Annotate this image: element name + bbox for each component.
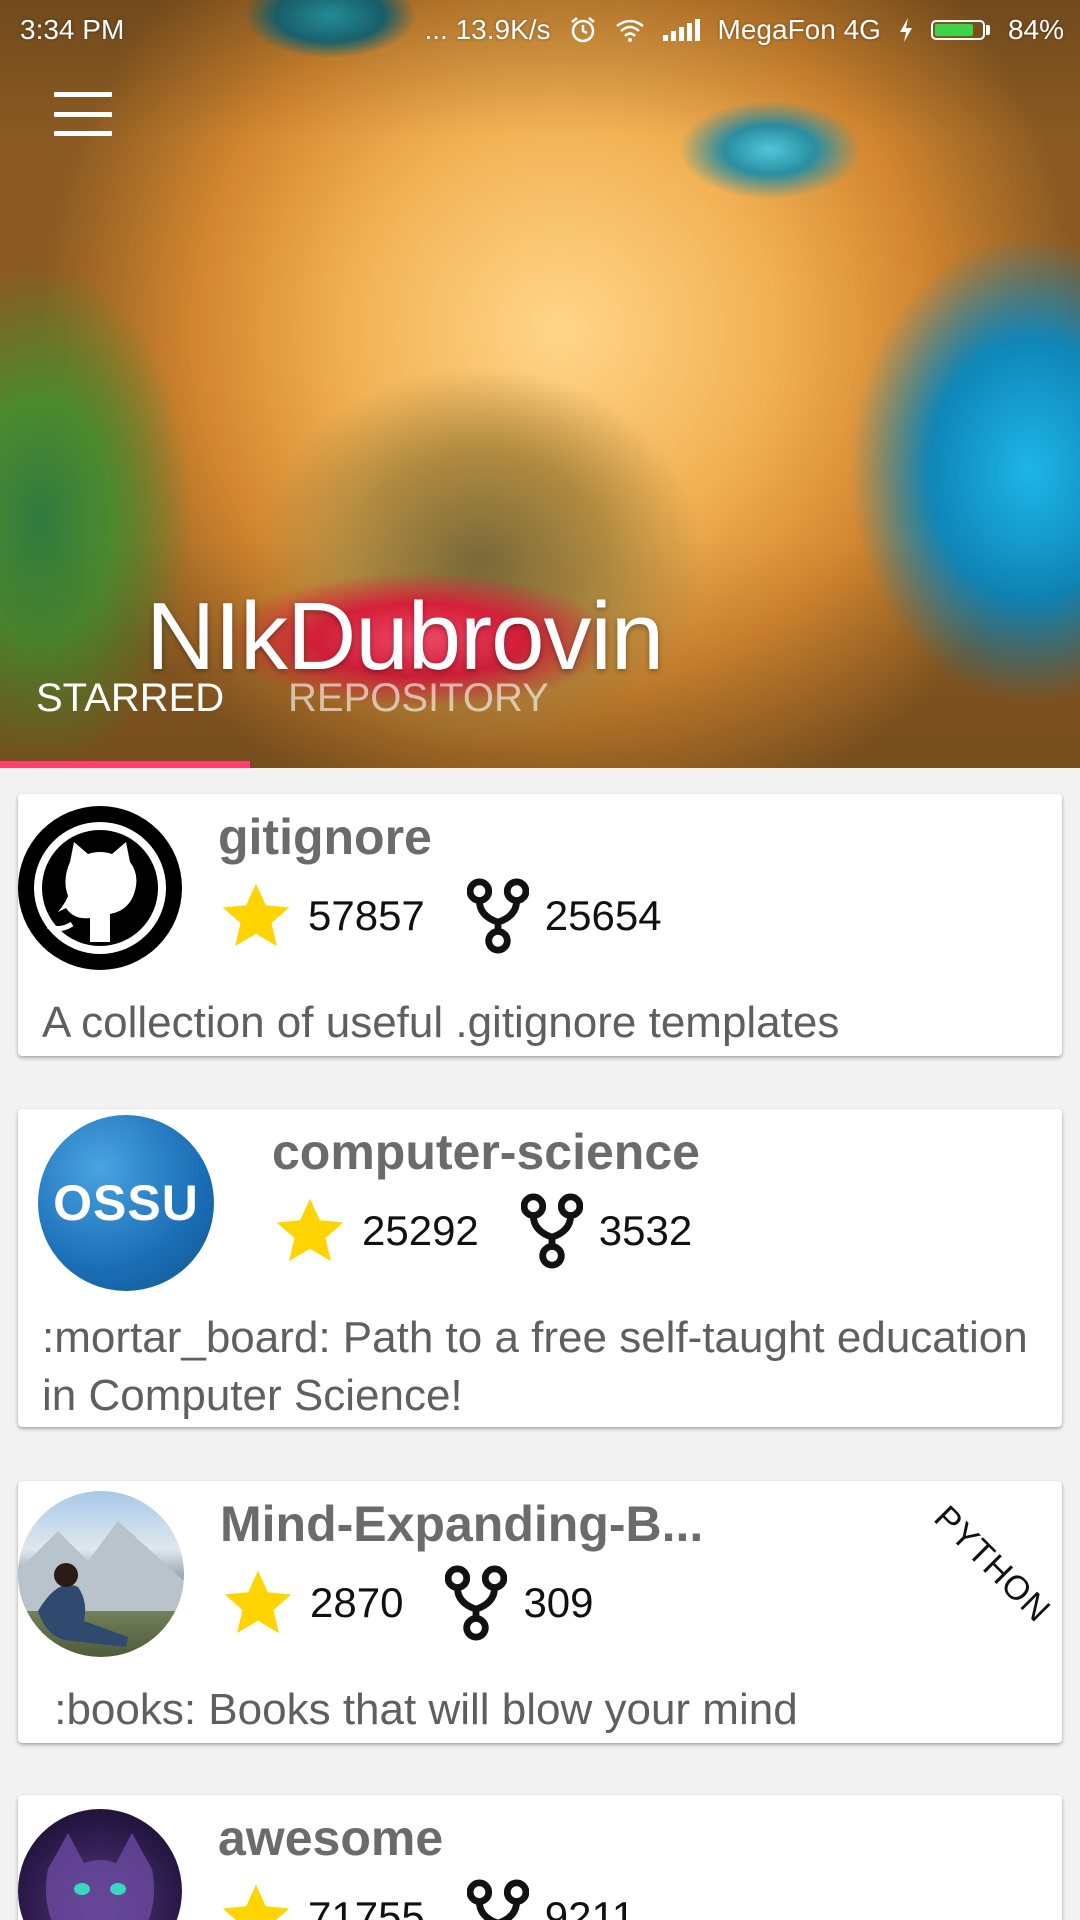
repo-description: :mortar_board: Path to a free self-taugh… <box>42 1313 1028 1420</box>
ossu-logo: OSSU <box>38 1115 214 1291</box>
repo-name: Mind-Expanding-B... <box>220 1496 704 1552</box>
repo-card-mind-expanding-books[interactable]: Mind-Expanding-B... 2870 309 :books: Boo… <box>18 1481 1062 1743</box>
app-screen: 3:34 PM ... 13.9K/s MegaFon 4G 84% NIkDu… <box>0 0 1080 1920</box>
fork-icon <box>520 1193 583 1269</box>
repo-description: A collection of useful .gitignore templa… <box>42 998 840 1047</box>
repo-name: awesome <box>218 1810 444 1866</box>
star-icon <box>222 883 290 947</box>
repo-card-awesome[interactable]: awesome 71755 9211 <box>18 1795 1062 1920</box>
fork-icon <box>466 878 529 954</box>
star-count: 2870 <box>310 1579 404 1626</box>
star-count: 57857 <box>308 892 425 939</box>
charging-icon <box>899 18 912 42</box>
fork-count: 9211 <box>544 1893 636 1920</box>
language-badge: PYTHON <box>926 1498 1059 1630</box>
tab-indicator <box>0 761 250 768</box>
wifi-icon <box>615 19 644 42</box>
battery-percent: 84% <box>1007 14 1064 45</box>
repo-description: :books: Books that will blow your mind <box>42 1685 798 1734</box>
star-count: 71755 <box>308 1893 425 1920</box>
status-bar: 3:34 PM ... 13.9K/s MegaFon 4G 84% <box>0 0 1080 60</box>
signal-icon <box>662 19 700 41</box>
repo-card-gitignore[interactable]: gitignore 57857 25654 A collection of us… <box>18 794 1062 1056</box>
repo-card-computer-science[interactable]: OSSU computer-science 25292 3532 :mortar… <box>18 1109 1062 1427</box>
carrier-name: MegaFon 4G <box>717 14 881 45</box>
repo-stats: 2870 309 <box>220 1565 594 1641</box>
fork-count: 309 <box>523 1579 594 1626</box>
fork-count: 25654 <box>544 892 662 939</box>
repo-stats: 71755 9211 <box>218 1879 635 1920</box>
star-icon <box>276 1198 344 1262</box>
fork-icon <box>445 1565 508 1641</box>
network-speed: ... 13.9K/s <box>424 14 551 45</box>
status-icons: ... 13.9K/s MegaFon 4G 84% <box>424 14 1064 46</box>
cat-photo <box>18 1809 182 1920</box>
ossu-logo-text: OSSU <box>53 1175 199 1231</box>
repo-stats: 25292 3532 <box>272 1193 692 1269</box>
battery-icon <box>930 20 990 40</box>
repo-name: gitignore <box>218 809 432 865</box>
star-icon <box>222 1884 290 1920</box>
menu-icon[interactable] <box>54 92 112 136</box>
github-octocat-icon <box>18 806 182 970</box>
repo-stats: 57857 25654 <box>218 878 662 954</box>
star-icon <box>224 1570 292 1634</box>
fork-count: 3532 <box>598 1207 693 1254</box>
repo-name: computer-science <box>272 1124 700 1180</box>
star-count: 25292 <box>362 1207 479 1254</box>
alarm-icon <box>570 17 595 43</box>
person-landscape-photo <box>18 1491 184 1657</box>
tab-starred[interactable]: STARRED <box>36 676 224 721</box>
tab-repository[interactable]: REPOSITORY <box>288 676 549 721</box>
fork-icon <box>466 1879 529 1920</box>
status-time: 3:34 PM <box>20 14 125 45</box>
